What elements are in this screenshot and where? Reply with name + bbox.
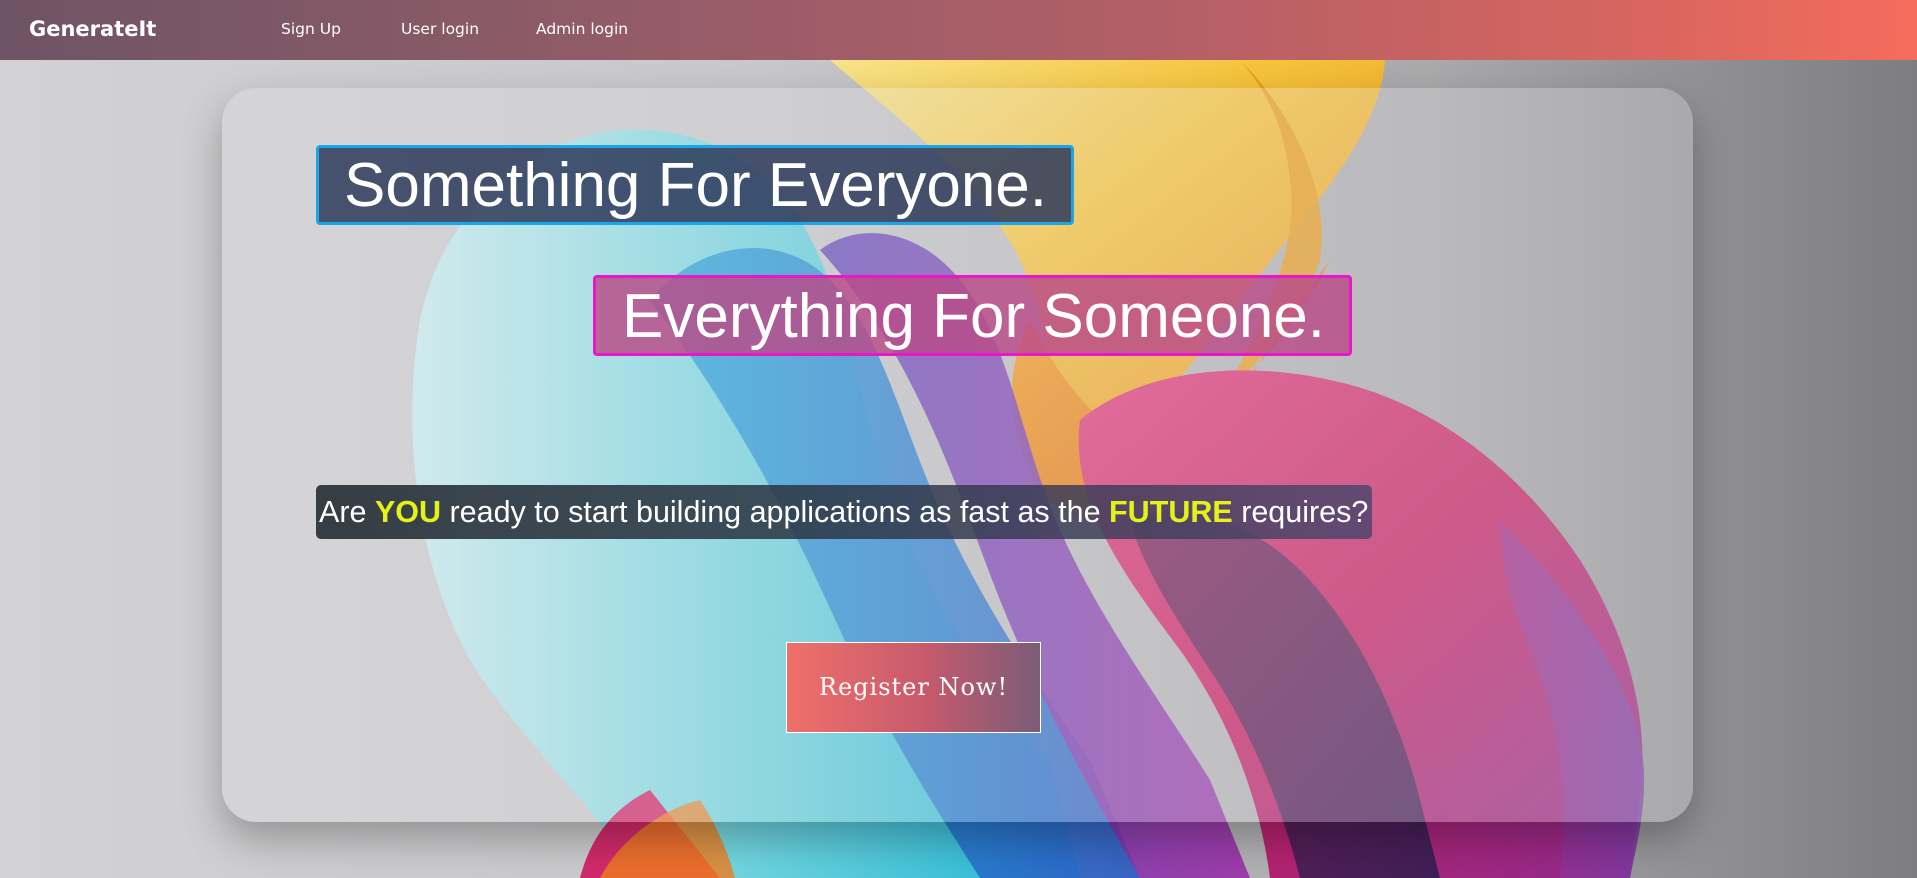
- tagline-highlight-future: FUTURE: [1109, 495, 1233, 529]
- brand-logo[interactable]: GenerateIt: [29, 17, 156, 41]
- tagline-text-part-1: Are: [319, 495, 375, 529]
- tagline-text-part-3: requires?: [1232, 495, 1369, 529]
- headline-everything-for-someone: Everything For Someone.: [593, 275, 1353, 356]
- nav-link-user-login[interactable]: User login: [401, 20, 479, 38]
- headline-something-for-everyone: Something For Everyone.: [316, 145, 1075, 225]
- top-navbar: GenerateIt Sign Up User login Admin logi…: [0, 0, 1917, 60]
- nav-link-sign-up[interactable]: Sign Up: [281, 20, 341, 38]
- tagline: Are YOU ready to start building applicat…: [316, 485, 1373, 539]
- tagline-text-part-2: ready to start building applications as …: [441, 495, 1110, 529]
- register-now-button[interactable]: Register Now!: [786, 642, 1041, 733]
- tagline-highlight-you: YOU: [374, 495, 442, 529]
- nav-link-admin-login[interactable]: Admin login: [536, 20, 628, 38]
